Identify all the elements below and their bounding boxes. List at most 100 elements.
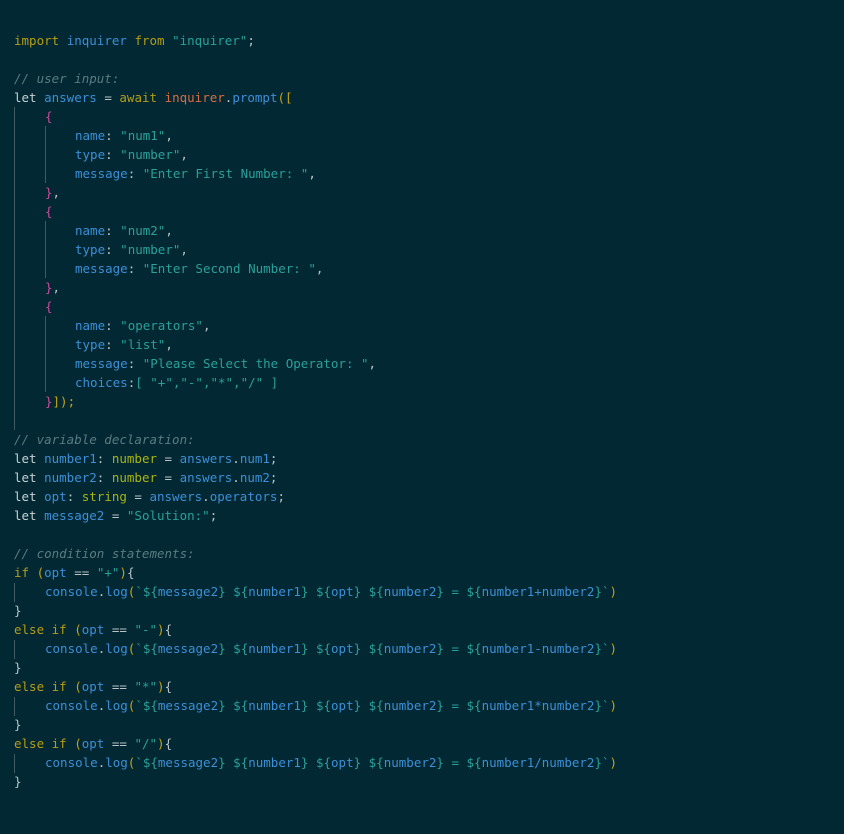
code-line[interactable]: name: "operators",	[75, 316, 211, 335]
code-line[interactable]: choices:[ "+","-","*","/" ]	[75, 373, 278, 392]
property: message	[75, 166, 128, 181]
string-literal: "num2"	[120, 223, 166, 238]
code-line[interactable]: }	[14, 658, 22, 677]
function-name: log	[105, 755, 128, 770]
keyword: from	[134, 33, 165, 48]
property: choices	[75, 375, 128, 390]
identifier: number1	[248, 641, 301, 656]
code-editor[interactable]: import inquirer from "inquirer"; // user…	[0, 0, 844, 834]
identifier: number1/number2	[481, 755, 595, 770]
operator: ==	[74, 565, 90, 580]
bracket: {	[45, 109, 53, 124]
code-line-decl[interactable]: let opt: string = answers.operators;	[14, 487, 285, 506]
code-line[interactable]: }	[14, 772, 22, 791]
string-literal: "Please Select the Operator: "	[142, 356, 369, 371]
code-line[interactable]: },	[45, 183, 60, 202]
operator: =	[104, 90, 112, 105]
indent-guide	[14, 640, 15, 659]
bracket: }	[45, 280, 53, 295]
operator: ==	[111, 679, 127, 694]
code-line-if[interactable]: else if (opt == "*"){	[14, 677, 172, 696]
code-line-decl[interactable]: let number1: number = answers.num1;	[14, 449, 277, 468]
indent-guide	[45, 221, 46, 278]
function-name: prompt	[232, 90, 278, 105]
code-line[interactable]: {	[45, 202, 53, 221]
identifier: opt	[81, 679, 105, 694]
identifier: number1-number2	[481, 641, 595, 656]
code-line[interactable]: message: "Please Select the Operator: ",	[75, 354, 376, 373]
property: name	[75, 128, 106, 143]
identifier: console	[45, 698, 98, 713]
identifier: opt	[44, 489, 67, 504]
code-line[interactable]: type: "number",	[75, 240, 188, 259]
identifier: inquirer	[164, 90, 225, 105]
punctuation: ;	[247, 33, 255, 48]
identifier: inquirer	[66, 33, 127, 48]
keyword: else if	[14, 622, 67, 637]
indent-guide	[14, 583, 15, 602]
code-comment[interactable]: // variable declaration:	[14, 430, 195, 449]
code-line-log[interactable]: console.log(`${message2} ${number1} ${op…	[45, 582, 617, 601]
type-annotation: number	[111, 451, 158, 466]
identifier: number2	[44, 470, 97, 485]
identifier: console	[45, 755, 98, 770]
identifier: number1	[248, 584, 301, 599]
code-comment[interactable]: // user input:	[14, 69, 119, 88]
code-line-log[interactable]: console.log(`${message2} ${number1} ${op…	[45, 639, 617, 658]
property: type	[75, 147, 106, 162]
identifier: console	[45, 641, 98, 656]
code-line-if[interactable]: if (opt == "+"){	[14, 563, 134, 582]
code-line[interactable]: },	[45, 278, 60, 297]
string-literal: "+"	[96, 565, 120, 580]
identifier: opt	[81, 622, 105, 637]
code-line[interactable]: type: "list",	[75, 335, 173, 354]
code-comment[interactable]: // condition statements:	[14, 544, 195, 563]
code-line[interactable]: message: "Enter First Number: ",	[75, 164, 316, 183]
code-line[interactable]: }]);	[45, 392, 75, 411]
code-line[interactable]: }	[14, 715, 22, 734]
code-line[interactable]: name: "num1",	[75, 126, 173, 145]
string-literal: "list"	[120, 337, 166, 352]
identifier: number2	[383, 584, 437, 599]
bracket: {	[45, 299, 53, 314]
identifier: opt	[331, 641, 354, 656]
string-literal: "*"	[134, 679, 158, 694]
code-line[interactable]: }	[14, 601, 22, 620]
indent-guide	[14, 697, 15, 716]
code-line[interactable]: type: "number",	[75, 145, 188, 164]
code-line[interactable]: {	[45, 107, 53, 126]
code-line-decl[interactable]: let message2 = "Solution:";	[14, 506, 217, 525]
code-line[interactable]: message: "Enter Second Number: ",	[75, 259, 323, 278]
identifier: message2	[157, 698, 219, 713]
identifier: message2	[157, 584, 219, 599]
string-literal: "inquirer"	[172, 33, 248, 48]
identifier: opt	[331, 755, 354, 770]
property: operators	[209, 489, 278, 504]
code-line-log[interactable]: console.log(`${message2} ${number1} ${op…	[45, 696, 617, 715]
code-line-if[interactable]: else if (opt == "-"){	[14, 620, 172, 639]
keyword: let	[14, 90, 37, 105]
code-line-prompt[interactable]: let answers = await inquirer.prompt([	[14, 88, 293, 107]
operator: ==	[111, 736, 127, 751]
code-line[interactable]: name: "num2",	[75, 221, 173, 240]
code-line[interactable]: {	[45, 297, 53, 316]
identifier: number1*number2	[481, 698, 595, 713]
identifier: answers	[179, 451, 233, 466]
code-line-log[interactable]: console.log(`${message2} ${number1} ${op…	[45, 753, 617, 772]
bracket: ]);	[52, 394, 76, 409]
code-line-if[interactable]: else if (opt == "/"){	[14, 734, 172, 753]
identifier: opt	[331, 584, 354, 599]
operator: ==	[111, 622, 127, 637]
keyword: if	[14, 565, 30, 580]
code-line-import[interactable]: import inquirer from "inquirer";	[14, 31, 255, 50]
bracket: {	[45, 204, 53, 219]
function-name: log	[105, 698, 128, 713]
indent-guide	[14, 754, 15, 773]
bracket: }	[45, 185, 53, 200]
keyword: import	[14, 33, 60, 48]
property: type	[75, 242, 106, 257]
code-line-decl[interactable]: let number2: number = answers.num2;	[14, 468, 277, 487]
string-literal: "Enter Second Number: "	[142, 261, 316, 276]
keyword: else if	[14, 736, 67, 751]
identifier: number1	[248, 755, 301, 770]
